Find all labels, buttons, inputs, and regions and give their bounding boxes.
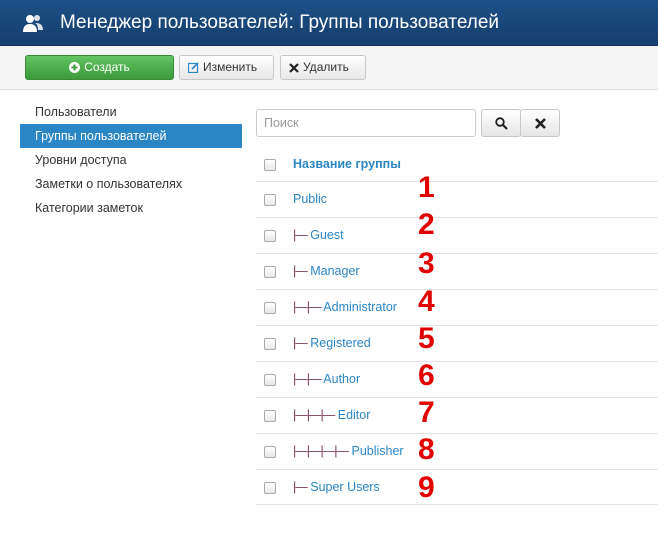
group-name-link[interactable]: Publisher [351, 444, 403, 458]
hierarchy-prefix: |—|— [293, 300, 321, 314]
annotation-number: 6 [418, 359, 435, 392]
select-all-checkbox[interactable] [264, 159, 276, 171]
groups-table: Название группы Public |— Guest |— Manag… [256, 146, 658, 505]
row-checkbox[interactable] [264, 446, 276, 458]
edit-button[interactable]: Изменить [179, 55, 274, 80]
delete-button-label: Удалить [303, 60, 349, 74]
table-row: Public [256, 181, 658, 217]
group-name-link[interactable]: Super Users [310, 480, 379, 494]
annotation-number: 5 [418, 322, 435, 355]
table-row: |—|— Author [256, 361, 658, 397]
sidebar-item-user-groups[interactable]: Группы пользователей [20, 124, 242, 148]
row-checkbox[interactable] [264, 194, 276, 206]
toolbar: Создать Изменить Удалить [0, 46, 658, 90]
clear-search-button[interactable] [520, 109, 560, 137]
table-row: |— Registered [256, 325, 658, 361]
plus-circle-icon [69, 62, 81, 74]
sidebar-item-user-notes[interactable]: Заметки о пользователях [20, 172, 242, 196]
annotation-number: 2 [418, 208, 435, 241]
group-name-link[interactable]: Guest [310, 228, 343, 242]
row-checkbox[interactable] [264, 302, 276, 314]
edit-button-label: Изменить [203, 60, 258, 74]
table-row: |—|—|— Editor [256, 397, 658, 433]
row-checkbox[interactable] [264, 482, 276, 494]
table-row: |— Super Users [256, 469, 658, 505]
hierarchy-prefix: |— [293, 228, 308, 242]
table-row: |— Guest [256, 217, 658, 253]
table-header-row: Название группы [256, 146, 658, 181]
group-name-link[interactable]: Author [323, 372, 360, 386]
search-icon [495, 117, 508, 130]
annotation-number: 9 [418, 471, 435, 504]
page-title: Менеджер пользователей: Группы пользоват… [60, 12, 500, 33]
row-checkbox[interactable] [264, 266, 276, 278]
group-name-link[interactable]: Registered [310, 336, 370, 350]
close-icon [535, 118, 546, 129]
row-checkbox[interactable] [264, 338, 276, 350]
users-icon [23, 15, 43, 32]
hierarchy-prefix: |— [293, 336, 308, 350]
row-checkbox[interactable] [264, 230, 276, 242]
annotation-number: 4 [418, 285, 435, 318]
group-name-link[interactable]: Editor [338, 408, 371, 422]
group-name-link[interactable]: Administrator [323, 300, 397, 314]
page-header: Менеджер пользователей: Группы пользоват… [0, 0, 658, 46]
table-row: |—|—|—|— Publisher [256, 433, 658, 469]
sidebar-item-note-categories[interactable]: Категории заметок [20, 196, 242, 220]
edit-icon [188, 62, 199, 74]
column-header-group-name[interactable]: Название группы [293, 157, 401, 171]
annotation-number: 1 [418, 171, 435, 204]
delete-button[interactable]: Удалить [280, 55, 366, 80]
row-checkbox[interactable] [264, 410, 276, 422]
hierarchy-prefix: |— [293, 480, 308, 494]
sidebar-item-users[interactable]: Пользователи [20, 100, 242, 124]
table-row: |— Manager [256, 253, 658, 289]
row-checkbox[interactable] [264, 374, 276, 386]
hierarchy-prefix: |— [293, 264, 308, 278]
hierarchy-prefix: |—|—|— [293, 408, 335, 422]
annotation-number: 8 [418, 433, 435, 466]
group-name-link[interactable]: Public [293, 192, 327, 206]
annotation-number: 7 [418, 396, 435, 429]
search-button[interactable] [481, 109, 521, 137]
hierarchy-prefix: |—|— [293, 372, 321, 386]
annotation-number: 3 [418, 247, 435, 280]
hierarchy-prefix: |—|—|—|— [293, 444, 349, 458]
sidebar-item-access-levels[interactable]: Уровни доступа [20, 148, 242, 172]
search-input[interactable]: Поиск [256, 109, 476, 137]
create-button-label: Создать [84, 60, 130, 74]
table-row: |—|— Administrator [256, 289, 658, 325]
sidebar: Пользователи Группы пользователей Уровни… [20, 100, 242, 220]
group-name-link[interactable]: Manager [310, 264, 359, 278]
create-button[interactable]: Создать [25, 55, 174, 80]
close-icon [289, 63, 299, 73]
